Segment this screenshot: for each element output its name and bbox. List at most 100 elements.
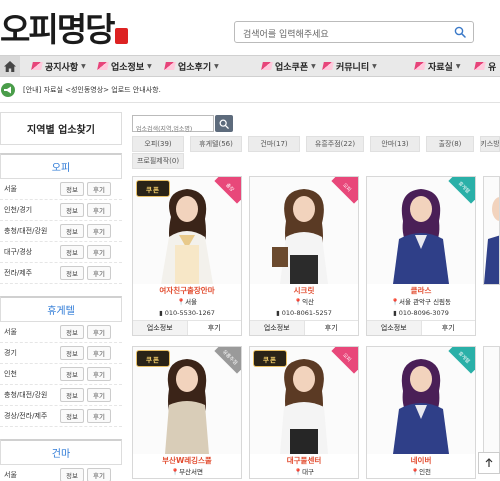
region-info-button[interactable]: 정보	[60, 245, 84, 259]
region-review-button[interactable]: 후기	[87, 409, 111, 423]
map-pin-icon: 📍	[293, 298, 303, 306]
site-search-input[interactable]	[235, 25, 445, 45]
tab-profile[interactable]: 프로필제작(0)	[132, 153, 184, 169]
shop-info-button[interactable]: 업소정보	[133, 321, 187, 335]
shop-location: 📍서울	[176, 298, 198, 306]
tab-kiss[interactable]: 키스방	[480, 136, 500, 152]
tab-massage[interactable]: 건마(17)	[248, 136, 300, 152]
region-review-button[interactable]: 후기	[87, 245, 111, 259]
region-info-button[interactable]: 정보	[60, 468, 84, 481]
sidebar-section-title[interactable]: 오피	[0, 153, 122, 179]
shop-card[interactable]	[483, 346, 500, 455]
chevron-down-icon: ▼	[147, 62, 152, 70]
nav-item-shop-coupon[interactable]: 업소쿠폰 ▼	[261, 56, 316, 76]
tab-delivery[interactable]: 출장(8)	[426, 136, 474, 152]
shop-info-button[interactable]: 업소정보	[250, 321, 304, 335]
tab-op[interactable]: 오피(39)	[132, 136, 184, 152]
nav-item-shop-review[interactable]: 업소후기 ▼	[164, 56, 219, 76]
sidebar-section-title[interactable]: 건마	[0, 439, 122, 465]
region-review-button[interactable]: 후기	[87, 203, 111, 217]
map-pin-icon: 📍	[293, 468, 303, 476]
tag-icon	[164, 62, 176, 70]
shop-phone: ▮ 010-8061-5257	[276, 309, 332, 317]
sidebar-row: 인천/경기 정보 후기	[0, 200, 122, 221]
tag-icon	[474, 62, 486, 70]
card-actions: 업소정보 후기	[133, 320, 241, 335]
shop-card[interactable]: 쿠폰 유흥주점 부산W레깅스풀 📍부산서면	[132, 346, 242, 479]
logo-text: 오피명당	[0, 10, 115, 49]
sidebar-section-title[interactable]: 휴게텔	[0, 296, 122, 322]
shop-card[interactable]: 쿠폰 출장 여자친구출장안마 📍서울 ▮ 010-5530-1267 업소정보 …	[132, 176, 242, 336]
home-button[interactable]	[0, 56, 20, 76]
shop-review-button[interactable]: 후기	[303, 321, 359, 335]
region-review-button[interactable]: 후기	[87, 266, 111, 280]
region-info-button[interactable]: 정보	[60, 182, 84, 196]
sidebar-row: 경상/전라/제주 정보 후기	[0, 406, 122, 427]
map-pin-icon: 📍	[176, 298, 186, 306]
scroll-to-top-button[interactable]	[478, 452, 500, 474]
card-actions: 업소정보 후기	[367, 320, 475, 335]
region-info-button[interactable]: 정보	[60, 266, 84, 280]
region-info-button[interactable]: 정보	[60, 224, 84, 238]
nav-item-more[interactable]: 유	[474, 56, 496, 76]
model-illustration	[484, 197, 499, 284]
shop-search-input[interactable]	[133, 122, 213, 137]
shop-name[interactable]: 네이버	[367, 454, 475, 467]
region-review-button[interactable]: 후기	[87, 367, 111, 381]
model-illustration	[393, 189, 449, 284]
shop-card[interactable]: 휴게텔 네이버 📍인천	[366, 346, 476, 479]
shop-card[interactable]: 오피 시크릿 📍익산 ▮ 010-8061-5257 업소정보 후기	[249, 176, 359, 336]
tab-rest[interactable]: 휴게텔(56)	[190, 136, 242, 152]
shop-photo: 휴게텔	[367, 347, 475, 454]
shop-photo: 휴게텔	[367, 177, 475, 284]
logo-seal	[115, 28, 129, 44]
nav-item-archive[interactable]: 자료실 ▼	[414, 56, 461, 76]
region-info-button[interactable]: 정보	[60, 346, 84, 360]
region-review-button[interactable]: 후기	[87, 346, 111, 360]
tab-anma[interactable]: 안마(13)	[370, 136, 420, 152]
nav-item-notice[interactable]: 공지사항 ▼	[31, 56, 86, 76]
shop-photo: 쿠폰 출장	[133, 177, 241, 284]
shop-photo	[484, 347, 499, 454]
nav-item-community[interactable]: 커뮤니티 ▼	[322, 56, 377, 76]
sidebar-row: 전라/제주 정보 후기	[0, 263, 122, 284]
shop-search-box	[132, 115, 214, 137]
shop-name[interactable]: 클라스	[367, 284, 475, 297]
sidebar-row: 대구/경상 정보 후기	[0, 242, 122, 263]
shop-card[interactable]: 쿠폰 오피 대구풀센터 📍대구	[249, 346, 359, 479]
shop-card[interactable]: 휴게텔 클라스 📍서울 관악구 신림동 ▮ 010-8096-3079 업소정보…	[366, 176, 476, 336]
region-review-button[interactable]: 후기	[87, 388, 111, 402]
region-review-button[interactable]: 후기	[87, 325, 111, 339]
site-logo[interactable]: 오피명당	[0, 10, 129, 50]
shop-review-button[interactable]: 후기	[420, 321, 476, 335]
shop-search-button[interactable]	[215, 115, 233, 132]
shop-review-button[interactable]: 후기	[186, 321, 242, 335]
shop-card-grid: 쿠폰 출장 여자친구출장안마 📍서울 ▮ 010-5530-1267 업소정보 …	[132, 176, 500, 481]
arrow-up-icon	[485, 458, 493, 467]
sidebar-row: 인천 정보 후기	[0, 364, 122, 385]
notice-link[interactable]: [안내] 자료실 <성인동영상> 업로드 안내사항.	[23, 85, 161, 95]
home-icon	[4, 60, 16, 72]
region-review-button[interactable]: 후기	[87, 182, 111, 196]
region-review-button[interactable]: 후기	[87, 224, 111, 238]
shop-name[interactable]: 대구풀센터	[250, 454, 358, 467]
shop-location: 📍대구	[293, 468, 315, 476]
shop-name[interactable]: 부산W레깅스풀	[133, 454, 241, 467]
shop-name[interactable]: 시크릿	[250, 284, 358, 297]
chevron-down-icon: ▼	[455, 62, 461, 70]
shop-photo: 쿠폰 오피	[250, 347, 358, 454]
region-info-button[interactable]: 정보	[60, 409, 84, 423]
chevron-down-icon: ▼	[81, 62, 86, 70]
tab-bar[interactable]: 유흥주점(22)	[306, 136, 364, 152]
region-info-button[interactable]: 정보	[60, 388, 84, 402]
region-info-button[interactable]: 정보	[60, 325, 84, 339]
region-info-button[interactable]: 정보	[60, 203, 84, 217]
site-search-box	[234, 21, 474, 45]
region-info-button[interactable]: 정보	[60, 367, 84, 381]
region-review-button[interactable]: 후기	[87, 468, 111, 481]
shop-info-button[interactable]: 업소정보	[367, 321, 421, 335]
nav-item-shop-info[interactable]: 업소정보 ▼	[97, 56, 152, 76]
search-icon[interactable]	[454, 26, 466, 38]
shop-card[interactable]	[483, 176, 500, 285]
shop-name[interactable]: 여자친구출장안마	[133, 284, 241, 297]
